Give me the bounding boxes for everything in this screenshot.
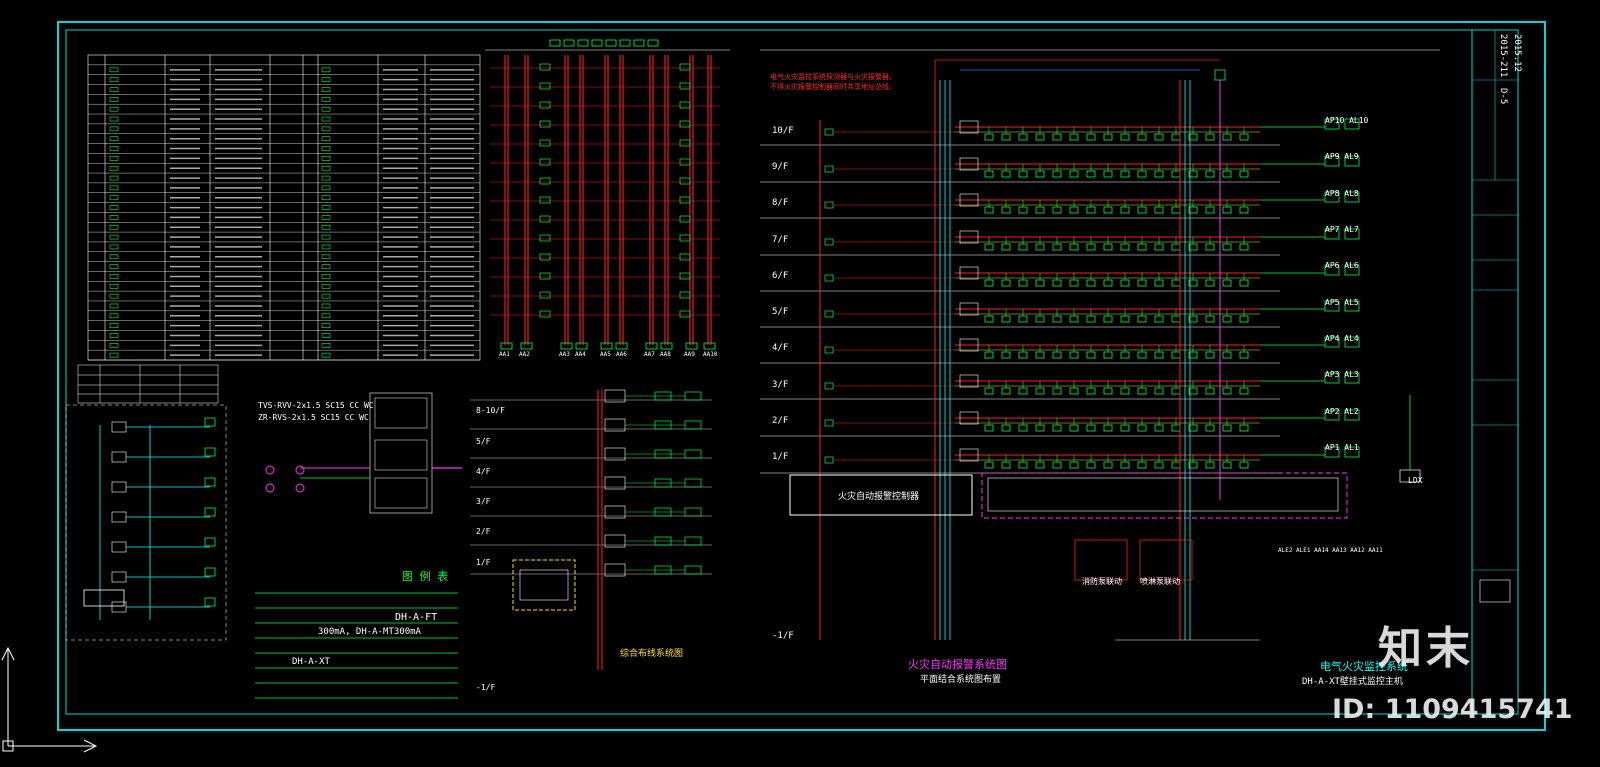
drawing-date: 2015.12: [1512, 34, 1522, 72]
aa-box-label: AA9: [684, 351, 695, 358]
ap-panel-label: AP7 AL7: [1325, 225, 1359, 234]
floor-label-main: 4/F: [772, 343, 789, 353]
fire-alarm-title: 火灾自动报警系统图: [908, 658, 1007, 671]
floor-label-weak: 3/F: [476, 497, 491, 506]
ap-panel-label: AP9 AL9: [1325, 152, 1359, 161]
ap-panel-label: AP3 AL3: [1325, 370, 1359, 379]
ap-panel-label: AP1 AL1: [1325, 443, 1359, 452]
legend-line-1: DH-A-FT: [395, 612, 438, 623]
small-parameter-table: [77, 364, 219, 404]
weak-current-riser: [470, 389, 712, 670]
spray-pump-label: 喷淋泵联动: [1140, 577, 1180, 586]
floor-label-main: 9/F: [772, 162, 789, 172]
project-code: 2015-211: [1498, 34, 1508, 78]
floor-label-main: -1/F: [772, 631, 794, 641]
floor-label-weak: 8-10/F: [476, 406, 505, 415]
floor-label-main: 6/F: [772, 271, 789, 281]
bottom-aa-labels: ALE2 ALE1 AA14 AA13 AA12 AA11: [1278, 547, 1383, 554]
aa-box-label: AA1: [499, 351, 510, 358]
ap-panel-label: AP10 AL10: [1325, 116, 1369, 125]
aa-box-label: AA5: [600, 351, 611, 358]
ap-panel-label: AP2 AL2: [1325, 407, 1359, 416]
fire-alarm-subtitle: 平面结合系统图布置: [920, 675, 1002, 685]
ap-panel-label: AP5 AL5: [1325, 298, 1359, 307]
aa-box-label: AA2: [519, 351, 530, 358]
equipment-legend-table: [87, 54, 481, 361]
legend-line-3: DH-A-XT: [292, 657, 330, 667]
cable-spec-2: ZR-RVS-2x1.5 SC15 CC WC: [258, 413, 369, 422]
ucs-axis-icon: [1, 646, 98, 753]
aa-box-label: AA8: [660, 351, 671, 358]
floor-label-main: 8/F: [772, 198, 789, 208]
left-riser-diagram: [65, 404, 227, 641]
control-box-label: 火灾自动报警控制器: [838, 492, 920, 502]
aa-box-label: AA4: [575, 351, 586, 358]
drawing-frame-outer: [57, 21, 1546, 731]
floor-label-main: 7/F: [772, 235, 789, 245]
legend-line-2: 300mA, DH-A-MT300mA: [318, 627, 421, 637]
power-riser-diagram: [485, 39, 730, 350]
floor-label-main: 2/F: [772, 416, 789, 426]
floor-label-weak: 5/F: [476, 437, 491, 446]
floor-label-main: 10/F: [772, 126, 794, 136]
ap-panel-label: AP6 AL6: [1325, 261, 1359, 270]
fire-pump-label: 消防泵联动: [1082, 577, 1122, 586]
sheet-number: D-5: [1498, 88, 1508, 105]
floor-label-weak: -1/F: [476, 683, 496, 692]
floor-label-main: 3/F: [772, 380, 789, 390]
cable-spec-1: TVS-RVV-2x1.5 SC15 CC WC: [258, 401, 374, 410]
legend-title: 图 例 表: [402, 570, 449, 583]
ap-panel-label: AP4 AL4: [1325, 334, 1359, 343]
ldx-label: LDX: [1408, 476, 1423, 485]
weak-current-title: 综合布线系统图: [620, 649, 684, 659]
detector-wiring-detail: [265, 392, 462, 514]
aa-box-label: AA6: [616, 351, 627, 358]
red-warning-note: 电气火灾监控系统探测器与火灾报警器，不得火灾报警控制器同时共享地址总线。: [770, 73, 896, 91]
floor-label-weak: 1/F: [476, 558, 491, 567]
ap-panel-label: AP8 AL8: [1325, 189, 1359, 198]
aa-box-label: AA10: [703, 351, 718, 358]
legend-notes-box: [255, 592, 458, 699]
aa-box-label: AA7: [644, 351, 655, 358]
floor-label-weak: 2/F: [476, 527, 491, 536]
brand-watermark: 知末: [1378, 623, 1474, 674]
id-watermark: ID: 1109415741: [1332, 694, 1573, 725]
floor-label-main: 5/F: [772, 307, 789, 317]
title-block: [1472, 30, 1518, 603]
floor-label-weak: 4/F: [476, 467, 491, 476]
floor-label-main: 1/F: [772, 452, 789, 462]
aa-box-label: AA3: [559, 351, 570, 358]
